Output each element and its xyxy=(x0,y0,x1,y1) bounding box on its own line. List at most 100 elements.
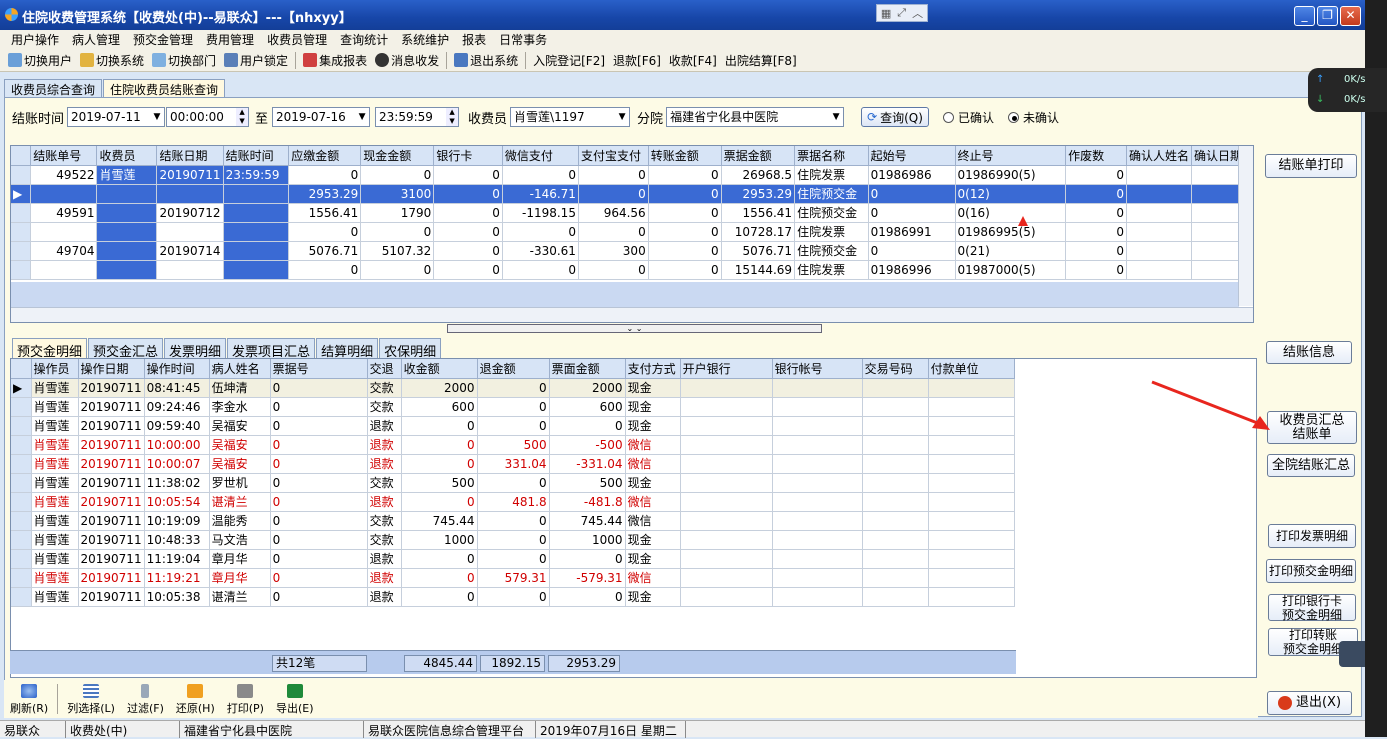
mini-toolbar[interactable]: ▦ ⤢ ︿ xyxy=(876,4,928,22)
time-from-field[interactable]: 00:00:00 ▲ ▼ xyxy=(166,107,250,127)
column-header[interactable]: 确认人姓名 xyxy=(1126,146,1193,166)
column-header[interactable]: 票据名称 xyxy=(794,146,869,166)
refresh-button[interactable]: 刷新(R) xyxy=(4,684,54,716)
table-row[interactable]: ▶ 2953.29 3100 0 -146.71 0 0 2953.29 住院预交金 0 0(12)… xyxy=(11,184,1253,204)
row-indicator[interactable] xyxy=(11,511,32,531)
restore-button[interactable]: ❐ xyxy=(1317,6,1338,26)
column-header[interactable]: 交易号码 xyxy=(862,359,929,379)
column-header[interactable]: 操作日期 xyxy=(78,359,145,379)
column-header[interactable]: 银行卡 xyxy=(433,146,503,166)
table-row[interactable]: 肖雪莲 20190711 10:48:33 马文浩 0 交款 1000 0 1000 现金 xyxy=(11,530,1015,550)
tab-prepay-summary[interactable]: 预交金汇总 xyxy=(88,338,164,360)
filter-button[interactable]: 过滤(F) xyxy=(121,684,170,716)
grid-icon[interactable]: ▦ xyxy=(881,7,891,20)
column-header[interactable]: 支付方式 xyxy=(625,359,681,379)
cashier-summary-button[interactable]: 收费员汇总 结账单 xyxy=(1267,411,1357,444)
column-header[interactable]: 作废数 xyxy=(1065,146,1128,166)
column-header[interactable]: 收费员 xyxy=(96,146,158,166)
hospital-summary-button[interactable]: 全院结账汇总 xyxy=(1267,454,1355,477)
row-indicator[interactable] xyxy=(11,203,32,223)
minimize-button[interactable]: _ xyxy=(1294,6,1315,26)
tab-invoice-item-summary[interactable]: 发票项目汇总 xyxy=(227,338,316,360)
table-row[interactable]: 肖雪莲 20190711 10:05:54 谌清兰 0 退款 0 481.8 -481.8 微信 xyxy=(11,492,1015,512)
tab-rural-insurance[interactable]: 农保明细 xyxy=(379,338,442,360)
radio-checked-icon[interactable] xyxy=(1007,111,1019,123)
table-row[interactable]: 肖雪莲 20190711 10:05:38 谌清兰 0 退款 0 0 0 现金 xyxy=(11,587,1015,607)
switch-dept-button[interactable]: 切换部门 xyxy=(148,52,220,69)
table-row[interactable]: 肖雪莲 20190711 11:19:04 章月华 0 退款 0 0 0 现金 xyxy=(11,549,1015,569)
column-header[interactable]: 起始号 xyxy=(868,146,956,166)
dropdown-icon[interactable]: ▼ xyxy=(615,108,630,126)
lock-user-button[interactable]: 用户锁定 xyxy=(220,52,292,69)
table-row[interactable]: 肖雪莲 20190711 09:24:46 李金水 0 交款 600 0 600 现金 xyxy=(11,397,1015,417)
column-header[interactable]: 交退 xyxy=(367,359,402,379)
table-row[interactable]: 49704 20190714 5076.71 5107.32 0 -330.61 300 0 5… xyxy=(11,241,1253,261)
table-row[interactable]: 肖雪莲 20190711 09:59:40 吴福安 0 退款 0 0 0 现金 xyxy=(11,416,1015,436)
table-row[interactable]: 肖雪莲 20190711 10:19:09 温能秀 0 交款 745.44 0 745.44 微信 xyxy=(11,511,1015,531)
query-button[interactable]: ⟳ 查询(Q) xyxy=(861,107,929,127)
prepay-detail-grid[interactable]: 操作员 操作日期 操作时间 病人姓名 票据号 交退 收金额 退金额 票面金额 支付方式 开户银行 银行… xyxy=(10,358,1257,678)
column-header[interactable]: 病人姓名 xyxy=(209,359,271,379)
column-header[interactable]: 操作时间 xyxy=(144,359,210,379)
column-header[interactable]: 转账金额 xyxy=(648,146,722,166)
row-indicator[interactable] xyxy=(11,492,32,512)
collect-button[interactable]: 收款[F4] xyxy=(665,52,721,69)
row-indicator[interactable] xyxy=(11,549,32,569)
table-row[interactable]: 肖雪莲 20190711 11:38:02 罗世机 0 交款 500 0 500 现金 xyxy=(11,473,1015,493)
table-row[interactable]: 49522 肖雪莲 20190711 23:59:59 0 0 0 0 0 0 26968.5 住院发… xyxy=(11,165,1253,185)
tab-prepay-detail[interactable]: 预交金明细 xyxy=(12,338,88,360)
branch-select[interactable]: 福建省宁化县中医院 ▼ xyxy=(666,107,845,127)
row-pointer-icon[interactable]: ▶ xyxy=(11,184,32,204)
column-header[interactable]: 操作员 xyxy=(31,359,79,379)
radio-confirmed[interactable]: 已确认 xyxy=(942,109,994,126)
menu-item[interactable]: 日常事务 xyxy=(494,31,555,48)
row-indicator[interactable] xyxy=(11,416,32,436)
column-header[interactable]: 票面金额 xyxy=(549,359,626,379)
table-row[interactable]: 肖雪莲 20190711 10:00:00 吴福安 0 退款 0 500 -500 微信 xyxy=(11,435,1015,455)
row-indicator[interactable] xyxy=(11,454,32,474)
refund-button[interactable]: 退款[F6] xyxy=(609,52,665,69)
menu-item[interactable]: 预交金管理 xyxy=(128,31,201,48)
admission-button[interactable]: 入院登记[F2] xyxy=(529,52,609,69)
date-from-field[interactable]: 2019-07-11 ▼ xyxy=(67,107,166,127)
print-invoice-button[interactable]: 打印发票明细 xyxy=(1268,524,1356,548)
table-row[interactable]: ▶ 肖雪莲 20190711 08:41:45 伍坤清 0 交款 2000 0 2000 现金 xyxy=(11,378,1015,398)
menu-item[interactable]: 病人管理 xyxy=(67,31,128,48)
tab-settlement-detail[interactable]: 结算明细 xyxy=(316,338,379,360)
date-to-field[interactable]: 2019-07-16 ▼ xyxy=(272,107,371,127)
row-indicator[interactable] xyxy=(11,165,32,185)
row-indicator[interactable] xyxy=(11,260,32,280)
time-to-field[interactable]: 23:59:59 ▲ ▼ xyxy=(375,107,460,127)
spinner-icon[interactable]: ▲ ▼ xyxy=(446,108,459,126)
column-header[interactable]: 支付宝支付 xyxy=(578,146,649,166)
dropdown-icon[interactable]: ▼ xyxy=(150,108,165,126)
row-indicator[interactable] xyxy=(11,397,32,417)
radio-icon[interactable] xyxy=(942,111,954,123)
close-button[interactable]: ✕ xyxy=(1340,6,1361,26)
expand-icon[interactable]: ⤢ xyxy=(897,6,906,20)
table-row[interactable]: 肖雪莲 20190711 10:00:07 吴福安 0 退款 0 331.04 -331.04 微… xyxy=(11,454,1015,474)
column-header[interactable]: 现金金额 xyxy=(360,146,435,166)
chevron-up-icon[interactable]: ︿ xyxy=(912,5,923,21)
column-header[interactable]: 应缴金额 xyxy=(288,146,362,166)
column-header[interactable]: 微信支付 xyxy=(502,146,579,166)
spinner-icon[interactable]: ▲ ▼ xyxy=(236,108,249,126)
menu-item[interactable]: 用户操作 xyxy=(6,31,67,48)
column-header[interactable]: 退金额 xyxy=(477,359,550,379)
switch-system-button[interactable]: 切换系统 xyxy=(76,52,148,69)
menu-item[interactable]: 系统维护 xyxy=(396,31,457,48)
vertical-scrollbar[interactable] xyxy=(1238,146,1253,306)
table-row[interactable]: 49591 20190712 1556.41 1790 0 -1198.15 964.56 0… xyxy=(11,203,1253,223)
column-header[interactable]: 票据号 xyxy=(270,359,368,379)
column-header[interactable]: 结账单号 xyxy=(30,146,98,166)
table-row[interactable]: 肖雪莲 20190711 11:19:21 章月华 0 退款 0 579.31 -579.31 微… xyxy=(11,568,1015,588)
export-button[interactable]: 导出(E) xyxy=(270,684,320,716)
horizontal-scrollbar[interactable] xyxy=(11,307,1253,322)
side-handle[interactable] xyxy=(1339,641,1365,667)
table-row[interactable]: 0 0 0 0 0 0 10728.17 住院发票 01986991 01986995(5) 0 xyxy=(11,222,1253,242)
menu-item[interactable]: 收费员管理 xyxy=(262,31,335,48)
settlement-grid[interactable]: 结账单号 收费员 结账日期 结账时间 应缴金额 现金金额 银行卡 微信支付 支付宝支付 转账金额票… xyxy=(10,145,1254,323)
row-pointer-icon[interactable]: ▶ xyxy=(11,378,32,398)
print-bill-button[interactable]: 结账单打印 xyxy=(1265,154,1357,178)
column-header[interactable]: 开户银行 xyxy=(680,359,773,379)
